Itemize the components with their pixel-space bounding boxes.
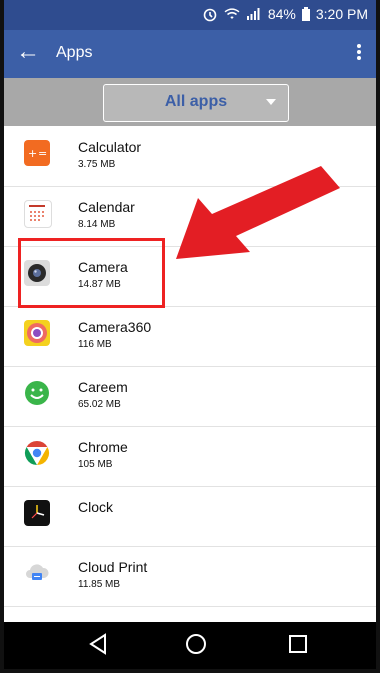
app-name: Calculator <box>78 139 142 155</box>
chevron-down-icon <box>266 99 276 105</box>
app-size: 116 MB <box>78 339 112 350</box>
svg-text:+: + <box>28 147 37 160</box>
careem-icon <box>24 380 50 406</box>
signal-icon <box>246 8 260 20</box>
chrome-icon <box>24 440 50 466</box>
app-name: Cloud Print <box>78 559 148 575</box>
app-size: 65.02 MB <box>78 399 121 410</box>
app-name: Clock <box>78 499 114 515</box>
app-size: 8.14 MB <box>78 219 116 230</box>
list-item-careem[interactable]: Careem 65.02 MB <box>4 366 376 427</box>
back-arrow-icon[interactable]: ← <box>16 40 40 64</box>
nav-back-icon[interactable] <box>86 632 110 656</box>
app-size: 3.75 MB <box>78 159 116 170</box>
page-title: Apps <box>56 44 93 61</box>
app-name: Chrome <box>78 439 128 455</box>
overflow-menu-icon[interactable] <box>356 42 362 64</box>
wifi-icon <box>224 8 240 19</box>
nav-home-icon[interactable] <box>184 632 208 656</box>
battery-icon <box>301 7 310 21</box>
status-bar: 84% 3:20 PM <box>4 0 376 30</box>
calendar-icon <box>24 200 52 228</box>
app-size: 11.85 MB <box>78 579 121 590</box>
app-name: Calendar <box>78 199 135 215</box>
clock-icon <box>24 500 50 526</box>
navigation-bar <box>4 622 376 669</box>
list-item-clock[interactable]: Clock <box>4 486 376 547</box>
app-bar: ← Apps <box>4 30 376 78</box>
camera360-icon <box>24 320 50 346</box>
phone-screen: 84% 3:20 PM ← Apps All apps + = Calculato… <box>0 0 380 673</box>
apps-filter-dropdown[interactable]: All apps <box>103 84 289 122</box>
list-item-camera360[interactable]: Camera360 116 MB <box>4 306 376 367</box>
camera-highlight-box <box>18 238 165 308</box>
status-time: 3:20 PM <box>315 6 368 22</box>
filter-bar: All apps <box>4 78 376 126</box>
list-item-chrome[interactable]: Chrome 105 MB <box>4 426 376 487</box>
svg-text:=: = <box>38 147 47 160</box>
battery-percent: 84% <box>267 6 296 22</box>
cloud-print-icon <box>24 560 50 586</box>
calculator-icon: + = <box>24 140 50 166</box>
app-size: 105 MB <box>78 459 113 470</box>
app-name: Camera360 <box>78 319 152 335</box>
nav-recent-icon[interactable] <box>286 632 310 656</box>
list-item-cloud-print[interactable]: Cloud Print 11.85 MB <box>4 546 376 607</box>
alarm-icon <box>203 8 217 22</box>
dropdown-selected-value: All apps <box>164 93 228 110</box>
red-arrow-annotation <box>176 166 340 259</box>
app-name: Careem <box>78 379 128 395</box>
